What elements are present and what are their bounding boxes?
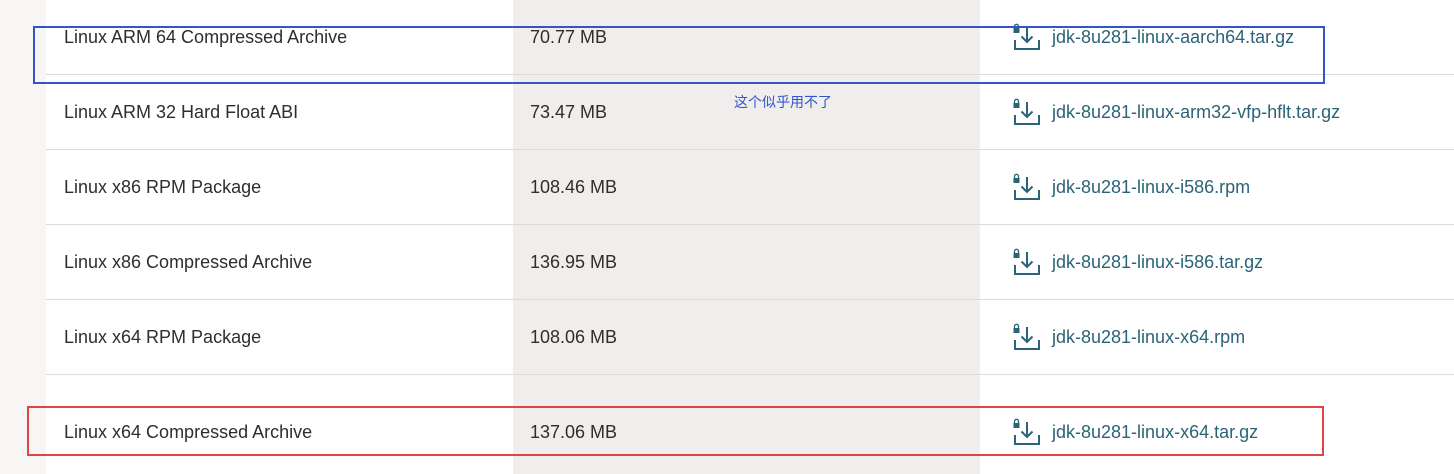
lock-download-icon: [1013, 418, 1040, 445]
lock-download-icon: [1013, 98, 1040, 125]
product-name: Linux x64 Compressed Archive: [64, 422, 313, 442]
download-filename[interactable]: jdk-8u281-linux-i586.rpm: [1052, 177, 1250, 198]
table-row: Linux x64 Compressed Archive 137.06 MB j…: [46, 395, 1454, 470]
file-size: 108.46 MB: [530, 177, 618, 197]
download-page: Linux ARM 64 Compressed Archive 70.77 MB…: [0, 0, 1454, 474]
table-row: Linux ARM 64 Compressed Archive 70.77 MB…: [46, 0, 1454, 75]
file-size: 108.06 MB: [530, 327, 618, 347]
table-row: Linux x86 Compressed Archive 136.95 MB j…: [46, 225, 1454, 300]
download-filename[interactable]: jdk-8u281-linux-i586.tar.gz: [1052, 252, 1263, 273]
download-link[interactable]: jdk-8u281-linux-x64.rpm: [1012, 323, 1245, 353]
product-name: Linux ARM 32 Hard Float ABI: [64, 102, 299, 122]
download-link[interactable]: jdk-8u281-linux-i586.rpm: [1012, 173, 1250, 203]
lock-download-icon: [1013, 248, 1040, 275]
download-link[interactable]: jdk-8u281-linux-aarch64.tar.gz: [1012, 23, 1294, 53]
annotation-note: 这个似乎用不了: [734, 95, 832, 111]
file-size: 136.95 MB: [530, 252, 618, 272]
lock-download-icon: [1013, 173, 1040, 200]
lock-download-icon: [1013, 23, 1040, 50]
lock-download-icon: [1013, 323, 1040, 350]
download-filename[interactable]: jdk-8u281-linux-x64.rpm: [1052, 327, 1245, 348]
product-name: Linux x86 RPM Package: [64, 177, 262, 197]
download-filename[interactable]: jdk-8u281-linux-arm32-vfp-hflt.tar.gz: [1052, 102, 1340, 123]
table-row: Linux x64 RPM Package 108.06 MB jdk-8u28…: [46, 300, 1454, 375]
table-row: Linux x86 RPM Package 108.46 MB jdk-8u28…: [46, 150, 1454, 225]
product-name: Linux ARM 64 Compressed Archive: [64, 27, 348, 47]
download-table: Linux ARM 64 Compressed Archive 70.77 MB…: [46, 0, 1454, 474]
download-link[interactable]: jdk-8u281-linux-i586.tar.gz: [1012, 248, 1263, 278]
table-row: Linux ARM 32 Hard Float ABI 73.47 MB jdk…: [46, 75, 1454, 150]
file-size: 70.77 MB: [530, 27, 608, 47]
download-filename[interactable]: jdk-8u281-linux-x64.tar.gz: [1052, 422, 1258, 443]
file-size: 137.06 MB: [530, 422, 618, 442]
download-filename[interactable]: jdk-8u281-linux-aarch64.tar.gz: [1052, 27, 1294, 48]
product-name: Linux x86 Compressed Archive: [64, 252, 313, 272]
row-divider: [46, 374, 1454, 375]
download-link[interactable]: jdk-8u281-linux-arm32-vfp-hflt.tar.gz: [1012, 98, 1340, 128]
download-link[interactable]: jdk-8u281-linux-x64.tar.gz: [1012, 418, 1258, 448]
file-size: 73.47 MB: [530, 102, 608, 122]
product-name: Linux x64 RPM Package: [64, 327, 262, 347]
